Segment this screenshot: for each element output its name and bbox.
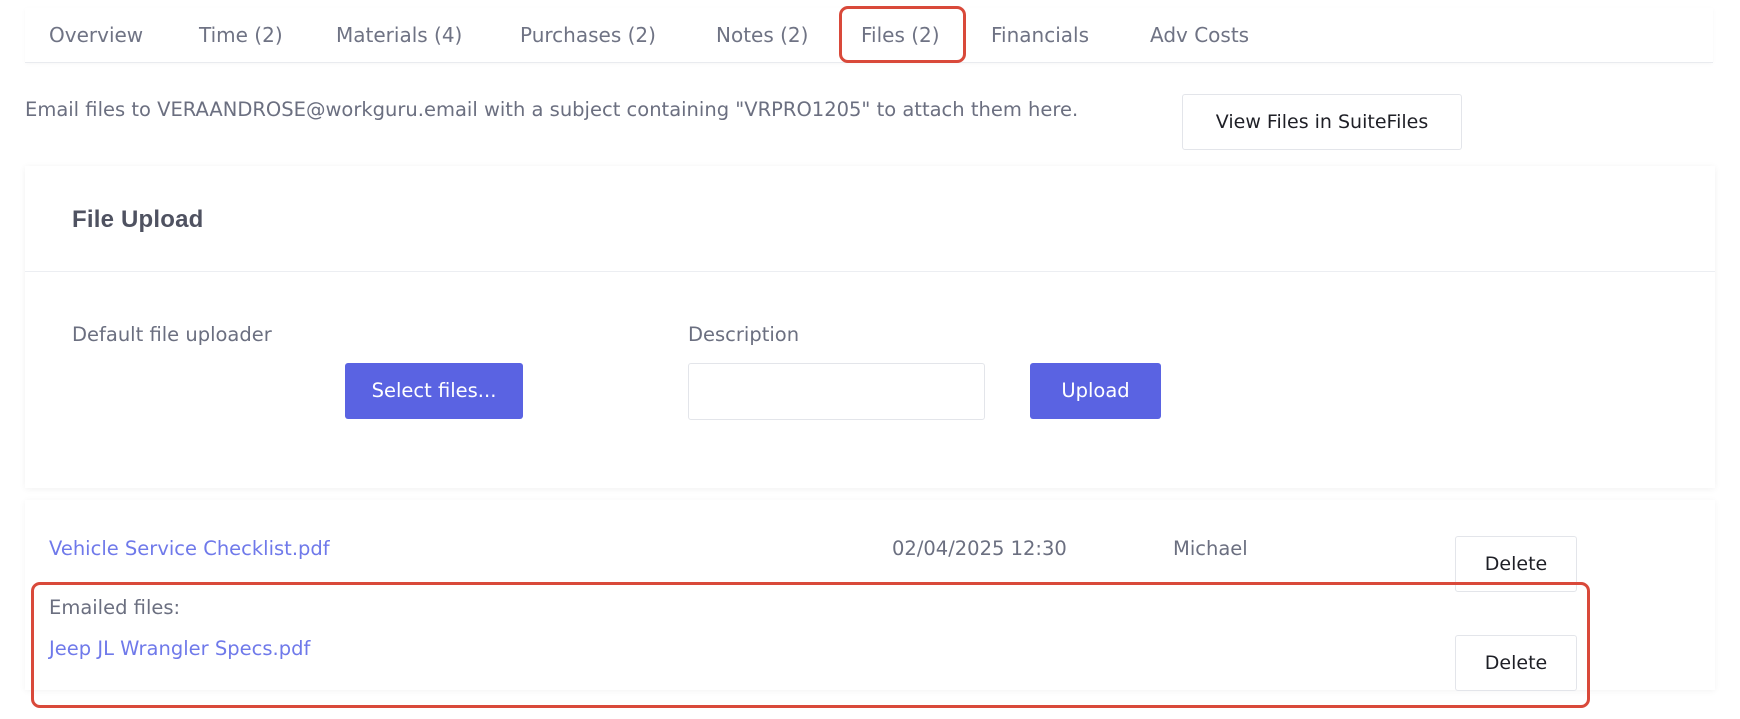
emailed-files-highlight: [31, 582, 1590, 708]
tab-adv-costs[interactable]: Adv Costs: [1150, 8, 1249, 63]
file-link[interactable]: Vehicle Service Checklist.pdf: [49, 537, 330, 560]
email-instructions: Email files to VERAANDROSE@workguru.emai…: [25, 98, 1079, 121]
tab-purchases[interactable]: Purchases (2): [520, 8, 656, 63]
description-label: Description: [688, 323, 800, 346]
tab-financials[interactable]: Financials: [991, 8, 1089, 63]
files-tab-highlight: [839, 6, 966, 63]
tab-time[interactable]: Time (2): [199, 8, 283, 63]
file-upload-card: File Upload Default file uploader Select…: [25, 166, 1715, 488]
tab-notes[interactable]: Notes (2): [716, 8, 808, 63]
file-user: Michael: [1173, 537, 1248, 560]
file-date: 02/04/2025 12:30: [892, 537, 1067, 560]
tab-materials[interactable]: Materials (4): [336, 8, 462, 63]
card-header: File Upload: [25, 166, 1715, 272]
upload-button[interactable]: Upload: [1030, 363, 1161, 419]
tab-overview[interactable]: Overview: [49, 8, 143, 63]
card-title: File Upload: [72, 206, 204, 233]
description-input[interactable]: [688, 363, 985, 420]
select-files-button[interactable]: Select files...: [345, 363, 523, 419]
uploader-label: Default file uploader: [72, 323, 272, 346]
view-suitefiles-button[interactable]: View Files in SuiteFiles: [1182, 94, 1462, 150]
